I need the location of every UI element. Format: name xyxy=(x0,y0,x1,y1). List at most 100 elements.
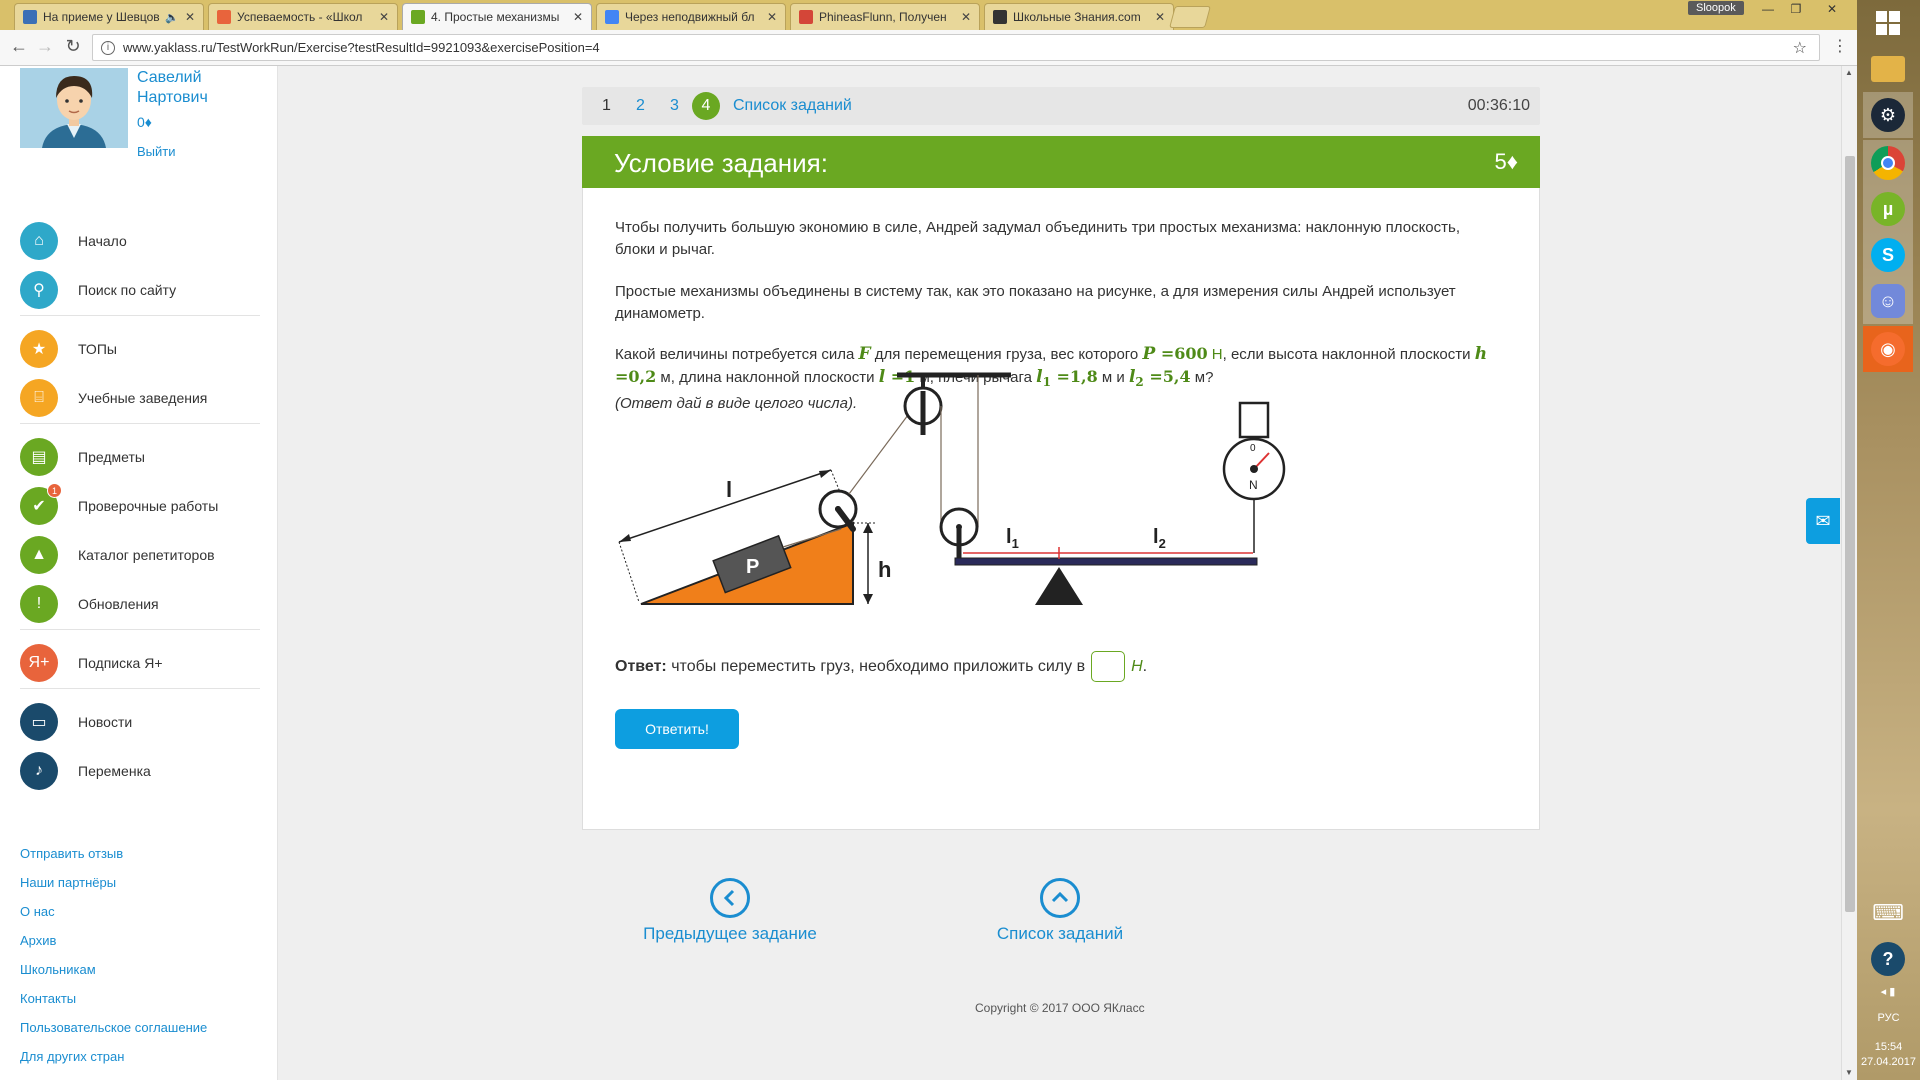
tab-close-icon[interactable]: ✕ xyxy=(767,10,777,24)
skype-icon[interactable]: S xyxy=(1863,232,1913,278)
origin-icon[interactable]: ◉ xyxy=(1863,326,1913,372)
sidebar-item[interactable]: ▤ Предметы xyxy=(20,437,260,477)
sidebar-divider xyxy=(20,629,260,630)
submit-answer-button[interactable]: Ответить! xyxy=(615,709,739,749)
reload-icon[interactable]: ↻ xyxy=(62,36,84,57)
step-number[interactable]: 1 xyxy=(602,97,611,115)
sidebar-item-label: Поиск по сайту xyxy=(78,282,177,298)
footer-link[interactable]: Наши партнёры xyxy=(20,875,116,890)
browser-tab-bar: На приеме у Шевцов 🔈 ✕ Успеваемость - «Школ… xyxy=(0,0,1857,30)
sidebar-item[interactable]: ▭ Новости xyxy=(20,702,260,742)
scroll-up-icon[interactable]: ▲ xyxy=(1845,68,1853,77)
input-language[interactable]: РУС xyxy=(1857,1012,1920,1024)
sidebar-item[interactable]: ▲ Каталог репетиторов xyxy=(20,535,260,575)
tab-close-icon[interactable]: ✕ xyxy=(961,10,971,24)
profile-badge[interactable]: Sloopok xyxy=(1688,1,1744,15)
user-name[interactable]: Савелий Нартович xyxy=(137,68,257,108)
sidebar-item[interactable]: ★ ТОПы xyxy=(20,329,260,369)
browser-tab[interactable]: Успеваемость - «Школ ✕ xyxy=(208,3,398,30)
file-explorer-icon[interactable] xyxy=(1863,46,1913,92)
tab-favicon-icon xyxy=(605,10,619,24)
feedback-mail-button[interactable]: ✉ xyxy=(1806,498,1840,544)
arrow-head xyxy=(819,470,831,478)
dial-zero: 0 xyxy=(1250,443,1256,454)
clock[interactable]: 15:54 27.04.2017 xyxy=(1857,1040,1920,1070)
bookmark-star-icon[interactable]: ☆ xyxy=(1793,38,1807,58)
tab-close-icon[interactable]: ✕ xyxy=(379,10,389,24)
step-current: 4 xyxy=(692,92,720,120)
windows-start-icon[interactable] xyxy=(1863,0,1913,46)
window-close-icon[interactable]: ✕ xyxy=(1820,2,1844,16)
check-icon: ✔ 1 xyxy=(20,483,62,525)
help-icon[interactable]: ? xyxy=(1863,936,1913,982)
new-tab-button[interactable] xyxy=(1169,6,1211,28)
sidebar-item[interactable]: ✔ 1 Проверочные работы xyxy=(20,483,260,526)
chat-icon: ▭ xyxy=(20,703,58,741)
discord-icon[interactable]: ☺ xyxy=(1863,278,1913,324)
footer-link[interactable]: Пользовательское соглашение xyxy=(20,1020,207,1035)
pulley-axle xyxy=(956,524,962,530)
tab-close-icon[interactable]: ✕ xyxy=(573,10,583,24)
sidebar-item-label: Новости xyxy=(78,714,133,730)
sidebar-item[interactable]: ⌸ Учебные заведения xyxy=(20,378,260,418)
steam-icon[interactable]: ⚙ xyxy=(1863,92,1913,138)
tray-icons[interactable]: ◂ ▮ xyxy=(1863,978,1913,1004)
scroll-thumb[interactable] xyxy=(1845,156,1855,912)
footer-link[interactable]: Отправить отзыв xyxy=(20,846,123,861)
dynamometer-handle xyxy=(1238,401,1270,439)
browser-tab[interactable]: 4. Простые механизмы ✕ xyxy=(402,3,592,30)
browser-tab[interactable]: Школьные Знания.com ✕ xyxy=(984,3,1174,30)
step-list-link[interactable]: Список заданий xyxy=(733,97,852,115)
sidebar-item[interactable]: ! Обновления xyxy=(20,584,260,624)
browser-tab[interactable]: PhineasFlunn, Получен ✕ xyxy=(790,3,980,30)
arrow-head xyxy=(619,534,631,542)
task-paragraph-2: Простые механизмы объединены в систему т… xyxy=(615,283,1456,322)
footer-link[interactable]: О нас xyxy=(20,904,55,919)
answer-input[interactable] xyxy=(1091,651,1126,682)
logout-link[interactable]: Выйти xyxy=(137,144,176,159)
tab-close-icon[interactable]: ✕ xyxy=(185,10,195,24)
site-info-icon[interactable]: i xyxy=(101,40,115,55)
back-icon[interactable]: ← xyxy=(8,36,30,57)
speaker-icon[interactable]: 🔈 xyxy=(165,11,179,24)
footer-link[interactable]: Для других стран xyxy=(20,1049,124,1064)
tab-close-icon[interactable]: ✕ xyxy=(1155,10,1165,24)
bell-icon: ♪ xyxy=(20,752,58,790)
scroll-down-icon[interactable]: ▼ xyxy=(1845,1068,1853,1077)
answer-text: чтобы переместить груз, необходимо прило… xyxy=(666,657,1086,675)
copyright: Copyright © 2017 ООО ЯКласс xyxy=(975,1001,1145,1015)
step-number[interactable]: 2 xyxy=(636,97,645,115)
task-list-link[interactable]: Список заданий xyxy=(970,878,1150,944)
chevron-left-icon xyxy=(710,878,750,918)
sidebar-divider xyxy=(20,423,260,424)
sidebar-item-label: Проверочные работы xyxy=(78,498,219,514)
minimize-icon[interactable]: — xyxy=(1756,2,1780,16)
search-icon: ⚲ xyxy=(20,271,58,309)
footer-link[interactable]: Контакты xyxy=(20,991,76,1006)
sidebar-item[interactable]: ⌂ Начало xyxy=(20,221,260,261)
pulley-axle xyxy=(835,506,841,512)
forward-icon[interactable]: → xyxy=(34,36,56,57)
chrome-icon[interactable] xyxy=(1863,140,1913,186)
tab-favicon-icon xyxy=(217,10,231,24)
tab-favicon-icon xyxy=(799,10,813,24)
task-paragraph-1: Чтобы получить большую экономию в силе, … xyxy=(615,219,1460,258)
avatar[interactable] xyxy=(20,68,128,148)
browser-toolbar: ← → ↻ i www.yaklass.ru/TestWorkRun/Exerc… xyxy=(0,30,1857,66)
keyboard-icon[interactable]: ⌨ xyxy=(1863,890,1913,936)
step-number[interactable]: 3 xyxy=(670,97,679,115)
previous-task-link[interactable]: Предыдущее задание xyxy=(640,878,820,944)
browser-tab[interactable]: На приеме у Шевцов 🔈 ✕ xyxy=(14,3,204,30)
sidebar-item[interactable]: ⚲ Поиск по сайту xyxy=(20,270,260,310)
footer-link[interactable]: Школьникам xyxy=(20,962,96,977)
utorrent-icon[interactable]: µ xyxy=(1863,186,1913,232)
browser-tab[interactable]: Через неподвижный бл ✕ xyxy=(596,3,786,30)
fulcrum xyxy=(1035,567,1083,605)
maximize-icon[interactable]: ❐ xyxy=(1784,2,1808,16)
page-scrollbar[interactable]: ▲ ▼ xyxy=(1841,66,1857,1080)
sidebar-item[interactable]: Я+ Подписка Я+ xyxy=(20,643,260,683)
url-field[interactable]: i www.yaklass.ru/TestWorkRun/Exercise?te… xyxy=(92,34,1820,61)
footer-link[interactable]: Архив xyxy=(20,933,56,948)
sidebar-item[interactable]: ♪ Переменка xyxy=(20,751,260,791)
browser-menu-icon[interactable]: ⋮ xyxy=(1832,36,1848,56)
